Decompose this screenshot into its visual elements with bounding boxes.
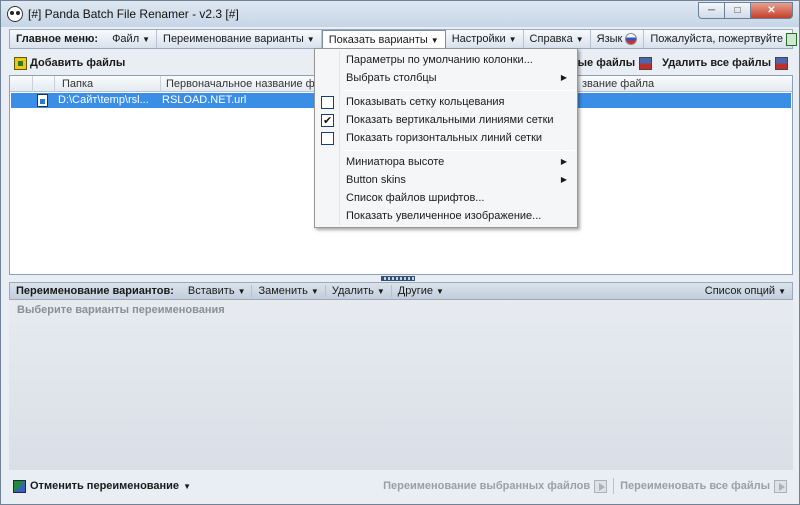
remove-all-icon: [775, 56, 788, 70]
column-folder[interactable]: Папка: [62, 78, 93, 90]
menu-rename-variants[interactable]: Переименование варианты ▼: [157, 30, 322, 48]
menu-item-font-list[interactable]: Список файлов шрифтов...: [317, 189, 575, 207]
chevron-down-icon: ▼: [306, 35, 315, 44]
menu-file[interactable]: Файл ▼: [106, 30, 158, 48]
chevron-down-icon: ▼: [237, 287, 246, 296]
menu-item-thumbnail-height[interactable]: Миниатюра высоте ▶: [317, 153, 575, 171]
url-file-icon: [37, 94, 48, 107]
variant-replace[interactable]: Заменить ▼: [252, 285, 326, 297]
chevron-down-icon: ▼: [376, 287, 385, 296]
chevron-down-icon: ▼: [508, 35, 517, 44]
checkbox-checked-icon[interactable]: [321, 112, 334, 130]
menu-item-horizontal-grid[interactable]: Показать горизонтальных линий сетки: [317, 129, 575, 147]
menu-item-default-columns[interactable]: Параметры по умолчанию колонки...: [317, 51, 575, 69]
variant-insert[interactable]: Вставить ▼: [182, 285, 253, 297]
donate-icon: [786, 32, 798, 46]
window-controls: ─ □ ✕: [698, 2, 793, 20]
variants-label: Переименование вариантов:: [16, 285, 174, 297]
menu-show-variants[interactable]: Показать варианты ▼: [321, 30, 446, 50]
chevron-down-icon: ▼: [778, 287, 786, 296]
menu-language[interactable]: Язык: [591, 30, 645, 48]
cell-folder: D:\Сайт\temp\rsl...: [58, 94, 149, 106]
rename-selected-button[interactable]: Переименование выбранных файлов: [377, 479, 613, 493]
submenu-arrow-icon: ▶: [560, 157, 567, 166]
remove-icon: [639, 56, 653, 70]
window-title: [#] Panda Batch File Renamer - v2.3 [#]: [28, 7, 239, 21]
app-window: [#] Panda Batch File Renamer - v2.3 [#] …: [0, 0, 800, 505]
checkbox-icon[interactable]: [321, 132, 334, 145]
menu-settings[interactable]: Настройки ▼: [446, 30, 524, 48]
title-bar[interactable]: [#] Panda Batch File Renamer - v2.3 [#] …: [1, 1, 799, 27]
variants-bar: Переименование вариантов: Вставить ▼ Заме…: [9, 282, 793, 300]
column-original-name[interactable]: Первоначальное название фа: [166, 78, 321, 90]
remove-all-button[interactable]: Удалить все файлы: [657, 53, 793, 73]
flag-icon: [625, 33, 638, 46]
menu-help[interactable]: Справка ▼: [524, 30, 591, 48]
chevron-down-icon: ▼: [142, 35, 151, 44]
menu-item-vertical-grid[interactable]: Показать вертикальными линиями сетки: [317, 111, 575, 130]
undo-rename-button[interactable]: Отменить переименование ▼: [9, 479, 191, 493]
add-files-button[interactable]: Добавить файлы: [9, 53, 130, 73]
close-button[interactable]: ✕: [750, 2, 793, 19]
main-menu-label: Главное меню:: [16, 33, 99, 45]
chevron-down-icon: ▼: [575, 35, 584, 44]
remove-selected-button[interactable]: ые файлы: [573, 53, 657, 73]
cell-original-name: RSLOAD.NET.url: [162, 94, 247, 106]
menu-item-select-columns[interactable]: Выбрать столбцы ▶: [317, 69, 575, 87]
submenu-arrow-icon: ▶: [560, 73, 567, 82]
minimize-button[interactable]: ─: [698, 2, 724, 19]
menu-item-button-skins[interactable]: Button skins ▶: [317, 171, 575, 189]
chevron-down-icon: ▼: [430, 36, 439, 45]
panda-icon: [7, 6, 23, 22]
show-variants-dropdown: Параметры по умолчанию колонки... Выбрат…: [314, 48, 578, 228]
add-folder-icon: [14, 56, 27, 70]
play-icon: [594, 479, 608, 493]
menu-item-enlarged-image[interactable]: Показать увеличенное изображение...: [317, 207, 575, 225]
menu-item-banded-grid[interactable]: Показывать сетку кольцевания: [317, 93, 575, 111]
panel-splitter[interactable]: [381, 276, 415, 281]
main-menu-bar: Главное меню: Файл ▼ Переименование вариа…: [9, 29, 798, 50]
menu-donate[interactable]: Пожалуйста, пожертвуйте: [644, 30, 800, 48]
rename-all-button[interactable]: Переименовать все файлы: [614, 479, 793, 493]
variants-hint: Выберите варианты переименования: [17, 304, 225, 316]
chevron-down-icon: ▼: [310, 287, 319, 296]
play-icon: [774, 479, 787, 493]
action-bar: Отменить переименование ▼ Переименование…: [9, 475, 793, 497]
submenu-arrow-icon: ▶: [560, 175, 567, 184]
chevron-down-icon: ▼: [435, 287, 444, 296]
variant-other[interactable]: Другие ▼: [392, 285, 450, 297]
variants-panel: Выберите варианты переименования: [9, 300, 793, 470]
variant-delete[interactable]: Удалить ▼: [326, 285, 392, 297]
options-list-button[interactable]: Список опций ▼: [699, 285, 792, 297]
column-new-name[interactable]: звание файла: [582, 78, 654, 90]
undo-icon: [13, 479, 26, 493]
chevron-down-icon: ▼: [183, 481, 191, 491]
checkbox-icon[interactable]: [321, 96, 334, 109]
maximize-button[interactable]: □: [724, 2, 750, 19]
